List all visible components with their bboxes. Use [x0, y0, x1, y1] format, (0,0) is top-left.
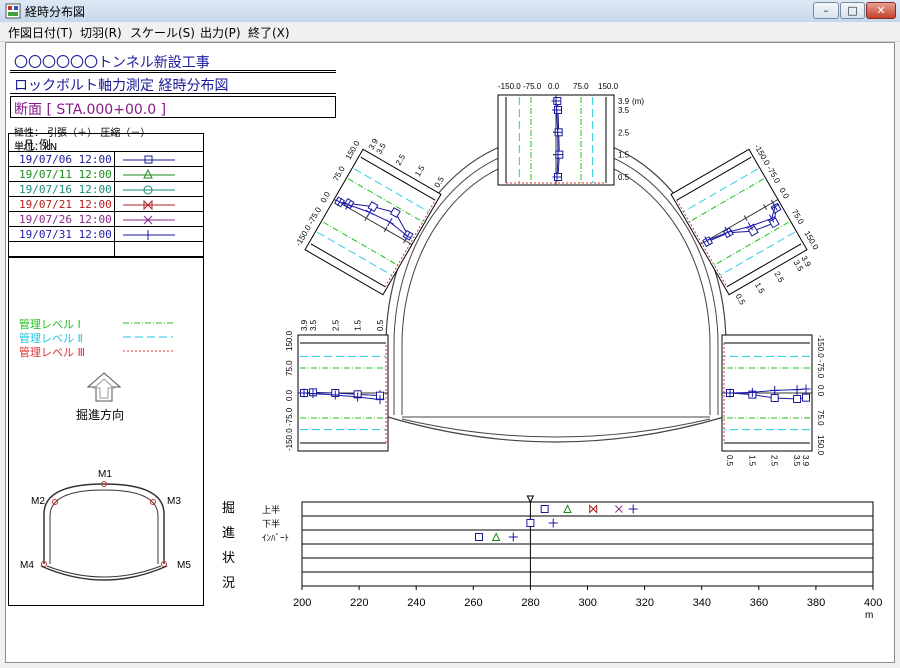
gauge-force-tick-label: 150.0: [285, 330, 294, 351]
gauge-force-tick-label: 0.0: [285, 389, 294, 401]
progress-data-point: [526, 519, 535, 527]
progress-x-unit: m: [865, 610, 873, 621]
gauge-force-tick-label: -150.0: [285, 428, 294, 451]
gauge-depth-tick-label: 0.5: [618, 173, 630, 182]
progress-data-point: [475, 533, 484, 541]
gauge-force-tick-label: 0.0: [777, 186, 791, 201]
gauge-m2: -150.0-75.00.075.0150.0 3.93.52.51.50.5: [294, 137, 446, 296]
invert-outer: [387, 416, 725, 443]
gauge-depth-tick-label: 2.5: [770, 455, 779, 467]
progress-x-tick-label: 260: [464, 597, 482, 609]
gauge-depth-tick-label: 1.5: [618, 151, 630, 160]
gauge-force-tick-label: 75.0: [573, 82, 589, 91]
gauge-depth-tick-label: 2.5: [394, 152, 408, 167]
gauge-data-point: [802, 393, 810, 402]
gauge-depth-tick-label: 2.5: [331, 319, 340, 331]
gauge-axis-unit: (m): [632, 97, 644, 106]
progress-side-label: 状: [222, 550, 235, 565]
progress-side-label: 進: [222, 525, 235, 540]
gauge-m3: -150.0-75.00.075.0150.03.93.52.51.50.5: [670, 143, 821, 307]
gauge-depth-tick-label: 1.5: [413, 164, 427, 179]
gauge-depth-tick-label: 0.5: [734, 292, 748, 307]
gauge-force-tick-label: 0.0: [548, 82, 560, 91]
progress-row-label: 下半: [262, 518, 280, 529]
gauge-depth-tick-label: 2.5: [772, 270, 786, 285]
gauge-m4: -150.0 -75.0 0.0 75.0 150.0 3.9 3.5 2.5 1.5 0.5: [285, 319, 389, 452]
gauge-force-tick-label: 0.0: [319, 190, 333, 205]
gauge-depth-tick-label: 2.5: [618, 128, 630, 137]
gauge-depth-tick-label: 3.5: [618, 106, 630, 115]
invert-inner: [401, 418, 711, 438]
progress-x-tick-label: 200: [293, 597, 311, 609]
lining-inner: [401, 154, 711, 415]
progress-x-tick-label: 280: [521, 597, 539, 609]
gauge-depth-tick-label: 0.5: [725, 455, 734, 467]
progress-x-tick-label: 240: [407, 597, 425, 609]
progress-row-label: 上半: [262, 504, 280, 515]
gauge-force-tick-label: -75.0: [816, 360, 825, 379]
section-marker-icon: [526, 495, 535, 504]
gauge-force-tick-label: 150.0: [816, 435, 825, 456]
gauge-depth-tick-label: 1.5: [354, 319, 363, 331]
gauge-force-tick-label: 150.0: [598, 82, 619, 91]
gauge-force-tick-label: -75.0: [523, 82, 542, 91]
gauge-force-tick-label: -150.0: [498, 82, 521, 91]
gauge-m1: -150.0 -75.0 0.0 75.0 150.0 3.93.5 2.5 1.5 0.5 (m…: [497, 82, 644, 186]
gauge-depth-tick-label: 0.5: [376, 319, 385, 331]
gauge-force-tick-label: -150.0: [816, 335, 825, 358]
progress-x-tick-label: 400: [864, 597, 882, 609]
distribution-chart: -150.0 -75.0 0.0 75.0 150.03.93.52.51.50.5(m…: [222, 82, 882, 621]
progress-chart: 200 220 240 260 280 300 320 340 360 380 400m 上半下半 ｲﾝ…: [222, 495, 882, 621]
gauge-depth-tick-label: 3.9: [801, 455, 810, 467]
gauge-depth-tick-label: 3.5: [309, 319, 318, 331]
gauge-depth-tick-label: 3.9: [618, 97, 630, 106]
gauge-force-tick-label: 75.0: [816, 410, 825, 426]
progress-x-tick-label: 320: [636, 597, 654, 609]
progress-x-tick-label: 340: [693, 597, 711, 609]
gauge-data-point: [770, 394, 779, 402]
gauge-force-tick-label: -75.0: [285, 407, 294, 426]
progress-x-tick-label: 220: [350, 597, 368, 609]
gauge-depth-tick-label: 3.9: [300, 319, 309, 331]
progress-x-tick-label: 300: [579, 597, 597, 609]
gauge-force-tick-label: 0.0: [816, 385, 825, 397]
gauge-m5: -150.0 -75.0 0.0 75.0 150.0 3.93.5 2.5 1.5 0.5: [721, 334, 825, 467]
progress-side-label: 掘: [222, 500, 235, 515]
gauge-depth-tick-label: 3.5: [792, 455, 801, 467]
progress-x-tick-label: 380: [807, 597, 825, 609]
gauge-data-point: [793, 395, 802, 403]
progress-side-label: 況: [222, 575, 235, 590]
gauge-depth-tick-label: 1.5: [753, 281, 767, 296]
progress-row-label: ｲﾝﾊﾞｰﾄ: [262, 533, 289, 543]
gauge-force-tick-label: 75.0: [285, 360, 294, 376]
progress-x-tick-label: 360: [750, 597, 768, 609]
progress-data-point: [540, 505, 549, 513]
gauge-depth-tick-label: 1.5: [747, 455, 756, 467]
